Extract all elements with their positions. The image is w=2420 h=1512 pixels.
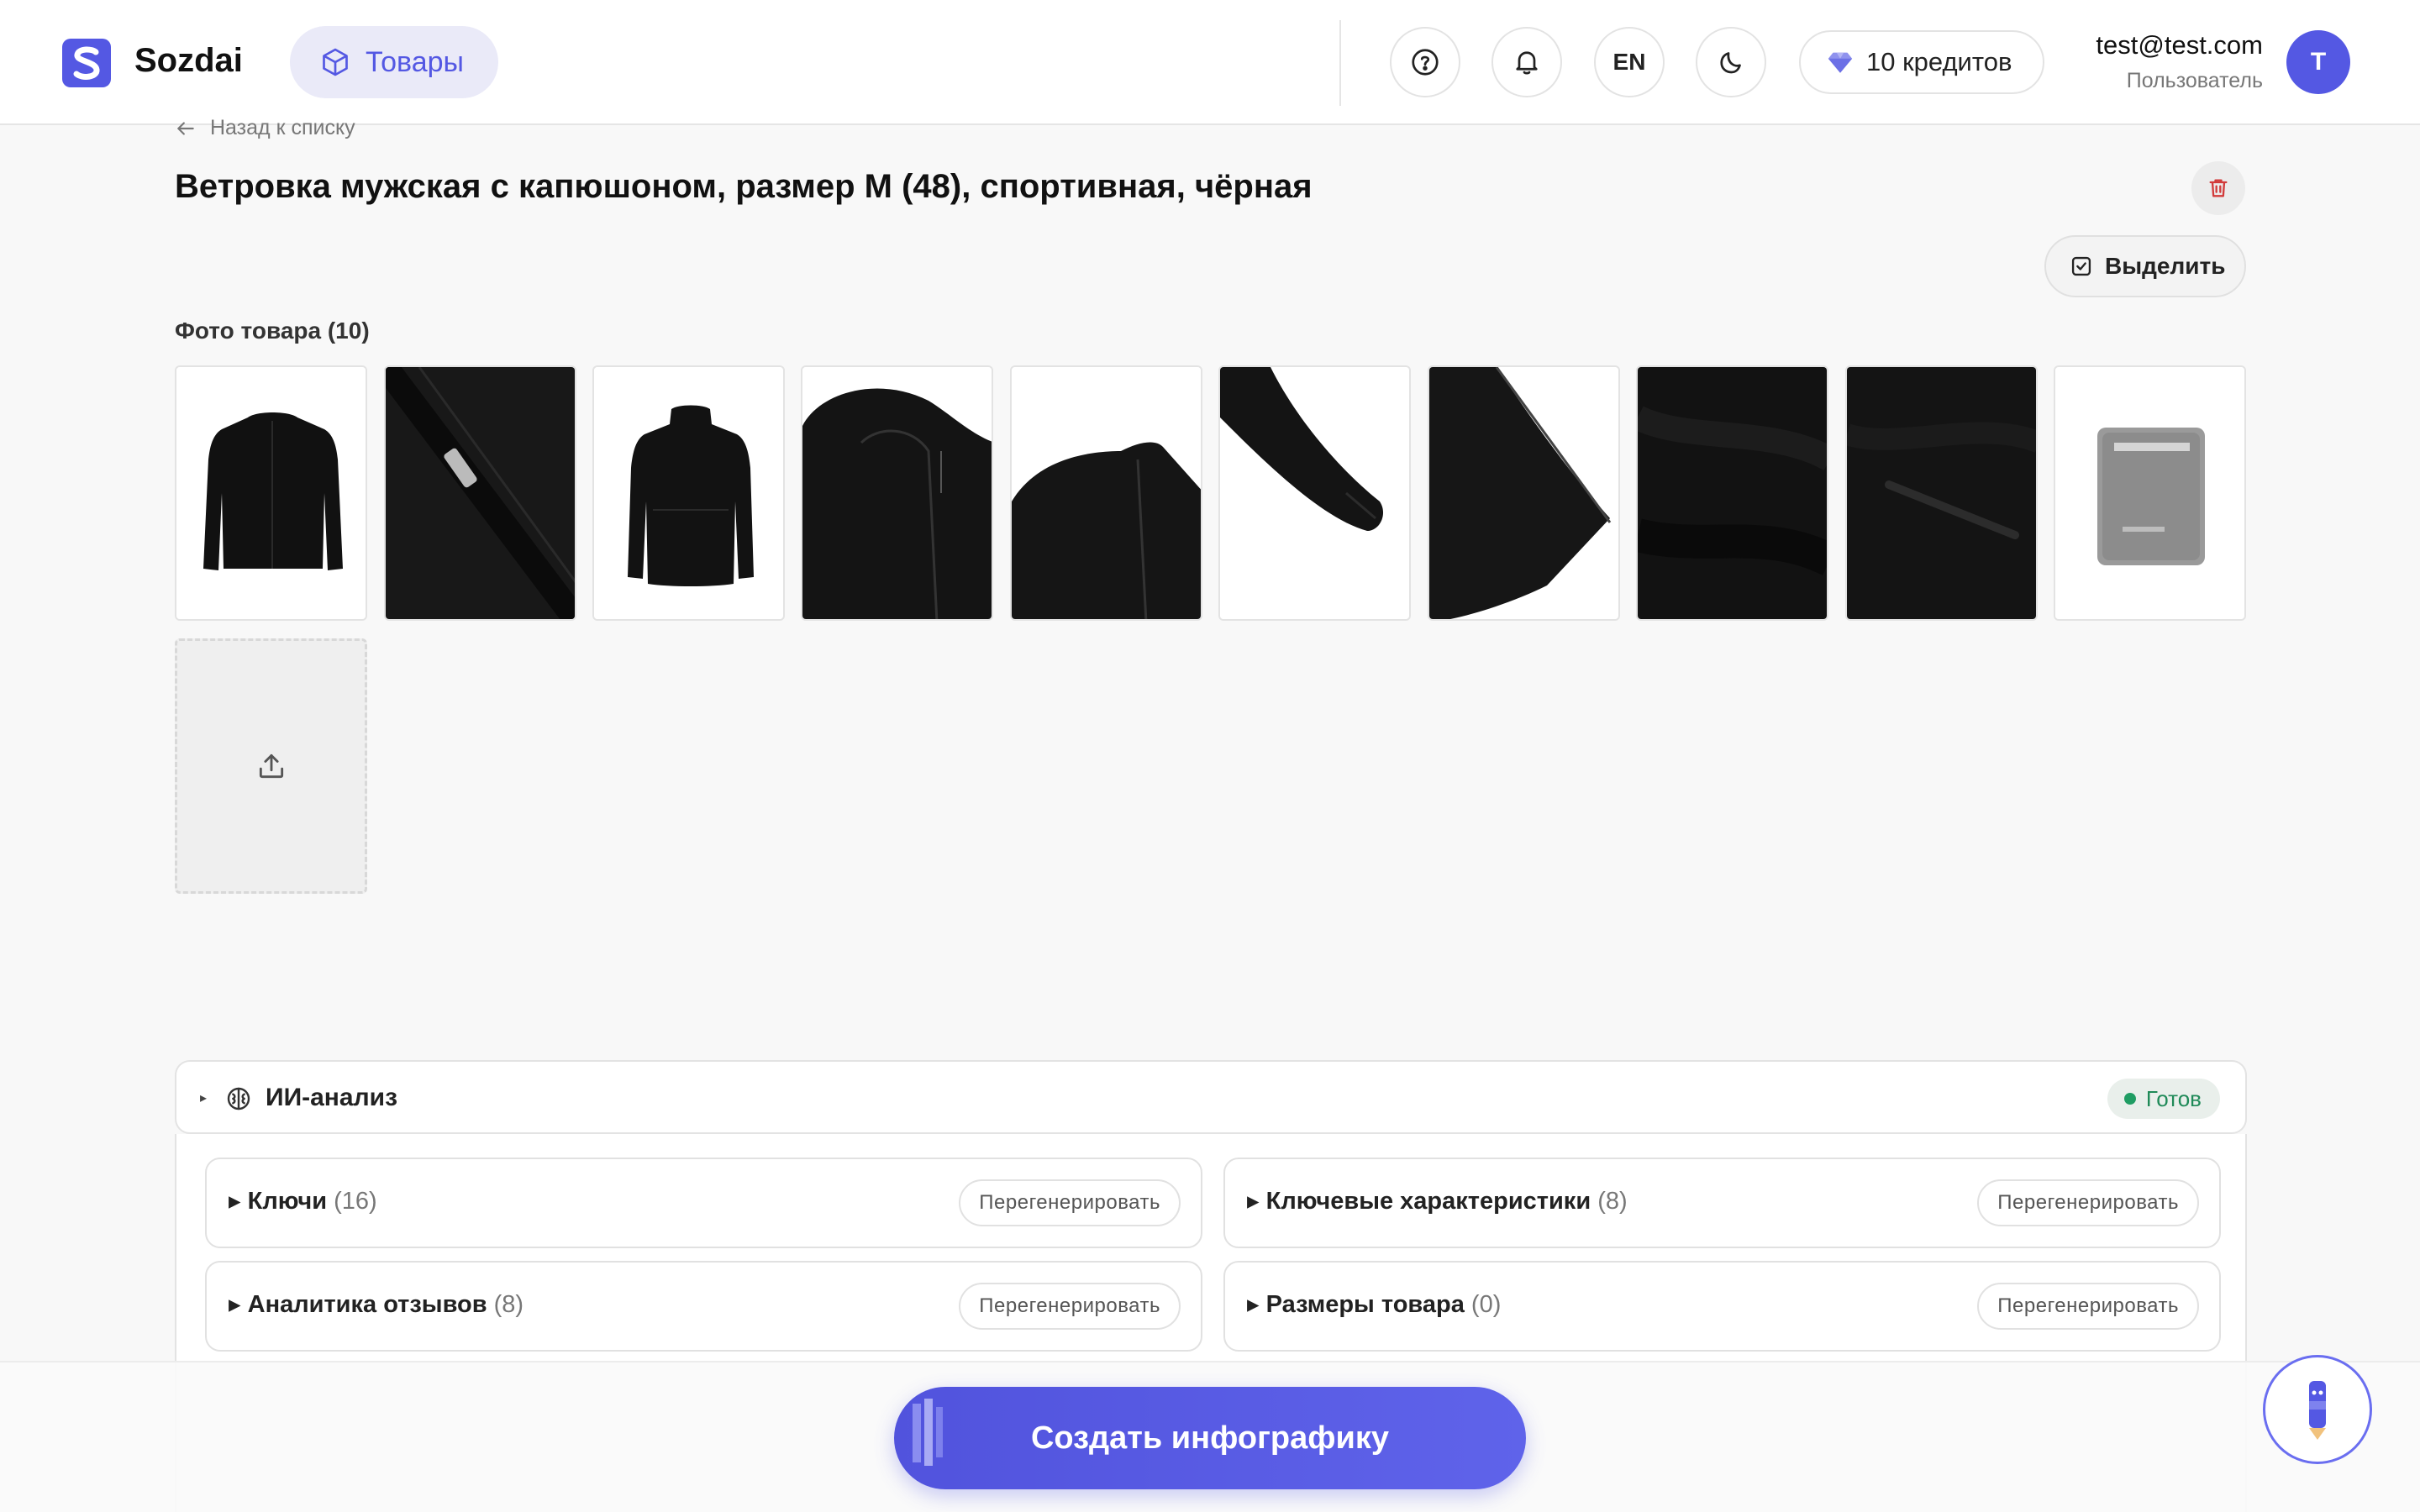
- user-email: test@test.com: [2096, 30, 2263, 60]
- section-count: (8): [493, 1291, 524, 1318]
- product-photo[interactable]: [1636, 365, 1828, 621]
- select-photos-button[interactable]: Выделить: [2044, 235, 2246, 297]
- product-photo[interactable]: [801, 365, 993, 621]
- product-photo[interactable]: [384, 365, 576, 621]
- section-count: (8): [1597, 1188, 1628, 1215]
- delete-product-button[interactable]: [2191, 161, 2245, 215]
- section-key-features[interactable]: ▸ Ключевые характеристики (8) Перегенери…: [1223, 1158, 2221, 1248]
- pencil-mascot-icon: [2309, 1381, 2326, 1440]
- checkbox-icon: [2071, 256, 2091, 276]
- expand-triangle-icon: ▸: [229, 1291, 248, 1318]
- theme-toggle-button[interactable]: [1696, 27, 1766, 97]
- status-dot: [2123, 1093, 2136, 1105]
- assistant-button[interactable]: [2263, 1355, 2372, 1464]
- ai-analysis-title: ИИ-анализ: [266, 1084, 398, 1111]
- brain-icon: [227, 1087, 250, 1110]
- ai-analysis-header[interactable]: ▸ ИИ-анализ Готов: [175, 1060, 2247, 1134]
- upload-photo-button[interactable]: [175, 638, 367, 894]
- regenerate-button[interactable]: Перегенерировать: [1977, 1179, 2199, 1226]
- section-count: (0): [1470, 1291, 1502, 1318]
- section-keys[interactable]: ▸ Ключи (16) Перегенерировать: [205, 1158, 1202, 1248]
- create-infographic-label: Создать инфографику: [1030, 1420, 1390, 1456]
- expand-triangle-icon: ▸: [229, 1188, 248, 1215]
- section-review-analytics[interactable]: ▸ Аналитика отзывов (8) Перегенерировать: [205, 1261, 1202, 1352]
- section-product-sizes[interactable]: ▸ Размеры товара (0) Перегенерировать: [1223, 1261, 2221, 1352]
- select-label: Выделить: [2105, 253, 2226, 279]
- trash-icon: [2209, 179, 2228, 197]
- regenerate-button[interactable]: Перегенерировать: [1977, 1283, 2199, 1330]
- credits-label: 10 кредитов: [1866, 47, 2012, 76]
- product-photo[interactable]: [1218, 365, 1411, 621]
- expand-triangle-icon: ▸: [1247, 1291, 1266, 1318]
- expand-triangle-icon: ▸: [1247, 1188, 1266, 1215]
- section-title: Ключи: [247, 1188, 328, 1215]
- status-badge: Готов: [2107, 1079, 2220, 1119]
- back-label: Назад к списку: [210, 116, 355, 139]
- avatar[interactable]: T: [2286, 30, 2350, 94]
- language-label: EN: [1612, 49, 1646, 75]
- back-to-list-link[interactable]: Назад к списку: [175, 116, 355, 140]
- box-icon: [323, 48, 348, 76]
- create-infographic-button[interactable]: Создать инфографику: [894, 1387, 1526, 1489]
- user-role: Пользователь: [2126, 69, 2263, 92]
- product-photo[interactable]: [592, 365, 785, 621]
- expand-triangle-icon: ▸: [200, 1091, 208, 1105]
- section-title: Аналитика отзывов: [247, 1291, 487, 1318]
- help-icon: [1412, 49, 1439, 76]
- arrow-left-icon: [177, 121, 194, 135]
- product-photo[interactable]: [1845, 365, 2038, 621]
- nav-products[interactable]: Товары: [290, 26, 498, 98]
- bell-icon: [1516, 51, 1538, 75]
- regenerate-button[interactable]: Перегенерировать: [959, 1283, 1181, 1330]
- brand-logo-icon[interactable]: [62, 39, 111, 87]
- help-button[interactable]: [1390, 27, 1460, 97]
- notifications-button[interactable]: [1491, 27, 1562, 97]
- section-title: Ключевые характеристики: [1265, 1188, 1591, 1215]
- credits-balance-button[interactable]: 10 кредитов: [1799, 30, 2044, 94]
- product-photo[interactable]: [2054, 365, 2246, 621]
- diamond-icon: [1828, 52, 1853, 73]
- header-divider: [1339, 20, 1341, 106]
- section-title: Размеры товара: [1265, 1291, 1465, 1318]
- nav-products-label: Товары: [366, 45, 464, 78]
- photos-section-title: Фото товара (10): [175, 318, 370, 344]
- product-photo[interactable]: [1428, 365, 1620, 621]
- section-count: (16): [334, 1188, 377, 1215]
- product-photo[interactable]: [1010, 365, 1202, 621]
- product-photo[interactable]: [175, 365, 367, 621]
- pencil-deco-icon: [913, 1399, 943, 1466]
- moon-icon: [1720, 52, 1741, 74]
- status-text: Готов: [2145, 1085, 2202, 1111]
- regenerate-button[interactable]: Перегенерировать: [959, 1179, 1181, 1226]
- page-title: Ветровка мужская с капюшоном, размер M (…: [175, 168, 1313, 205]
- brand-name[interactable]: Sozdai: [134, 42, 243, 80]
- upload-icon: [259, 753, 283, 779]
- language-button[interactable]: EN: [1594, 27, 1665, 97]
- app-header: Sozdai Товары EN 10 кредитов test@test.c…: [0, 0, 2420, 125]
